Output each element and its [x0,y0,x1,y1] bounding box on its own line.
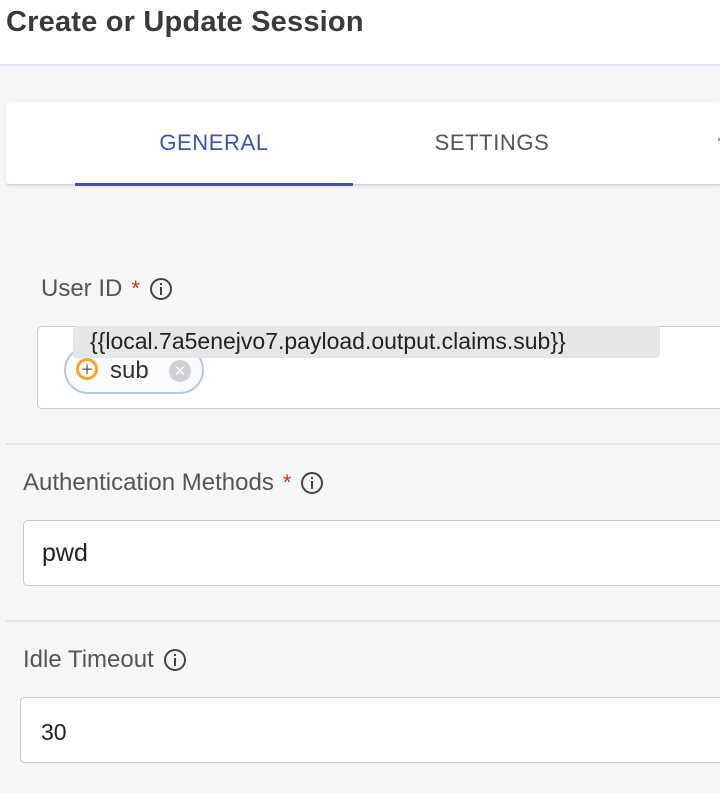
info-icon[interactable] [163,649,186,671]
required-marker: * [131,276,140,301]
section-divider [6,620,720,622]
tab-general[interactable]: GENERAL [75,102,353,186]
auth-methods-label-text: Authentication Methods [23,469,274,496]
idle-timeout-input[interactable]: 30 [20,697,720,763]
tab-settings[interactable]: SETTINGS [353,102,631,184]
chip-label: sub [110,357,149,384]
page-title: Create or Update Session [6,6,364,38]
tab-bar: GENERAL SETTINGS [6,102,720,186]
close-circle-icon[interactable]: ✕ [169,360,191,382]
idle-timeout-label-text: Idle Timeout [23,646,154,673]
user-id-label-text: User ID [41,275,123,302]
section-divider [6,443,720,445]
required-marker: * [282,470,292,495]
auth-methods-label: Authentication Methods * [23,469,324,497]
info-icon[interactable] [149,278,172,300]
auth-methods-input[interactable]: pwd [23,520,720,586]
user-id-label: User ID * [41,275,172,303]
auth-methods-value: pwd [42,539,88,567]
variable-icon: + [76,358,98,380]
idle-timeout-label: Idle Timeout [23,646,186,674]
page-header: Create or Update Session [0,0,720,66]
variable-tooltip: {{local.7a5enejvo7.payload.output.claims… [73,326,660,358]
idle-timeout-value: 30 [41,719,67,745]
info-icon[interactable] [301,472,324,494]
